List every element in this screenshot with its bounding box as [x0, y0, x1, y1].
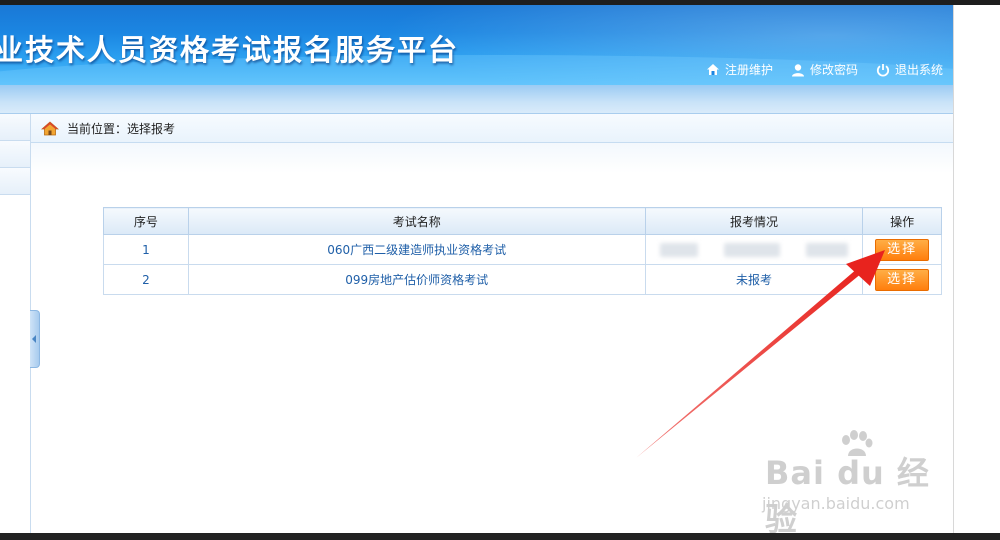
- power-icon: [876, 63, 890, 77]
- row-action: 选择: [862, 264, 942, 295]
- row-exam-name: 099房地产估价师资格考试: [187, 264, 646, 295]
- row-index: 1: [103, 234, 189, 265]
- column-header-status: 报考情况: [644, 207, 864, 235]
- header-links: 注册维护 修改密码 退出系统: [706, 61, 943, 78]
- breadcrumb: 当前位置：选择报考: [31, 114, 953, 143]
- table-row: 2 099房地产估价师资格考试 未报考 选择: [103, 264, 942, 295]
- sidebar-item[interactable]: [0, 114, 30, 141]
- sidebar-item[interactable]: [0, 141, 30, 168]
- sidebar-item[interactable]: [0, 168, 30, 195]
- row-action: 选择: [862, 234, 942, 265]
- left-sidebar: [0, 114, 31, 534]
- user-icon: [791, 63, 805, 77]
- row-status: 未报考: [644, 264, 864, 295]
- select-button[interactable]: 选择: [875, 268, 930, 291]
- home-icon: [706, 63, 720, 76]
- sidebar-collapse-handle[interactable]: [30, 310, 40, 368]
- column-header-exam-name: 考试名称: [187, 207, 646, 235]
- change-password-link[interactable]: 修改密码: [791, 61, 858, 78]
- column-header-index: 序号: [103, 207, 189, 235]
- register-maintain-link[interactable]: 注册维护: [706, 61, 773, 78]
- breadcrumb-text: 当前位置：选择报考: [67, 121, 176, 136]
- row-status-blurred: [644, 234, 864, 265]
- table-row: 1 060广西二级建造师执业资格考试 选择: [103, 234, 942, 265]
- logout-label: 退出系统: [894, 63, 943, 77]
- sub-header-bar: [0, 85, 953, 114]
- logout-link[interactable]: 退出系统: [876, 61, 943, 78]
- table-header-row: 序号 考试名称 报考情况 操作: [103, 207, 942, 235]
- row-exam-name: 060广西二级建造师执业资格考试: [187, 234, 646, 265]
- content-top-strip: [31, 143, 953, 173]
- redacted-block: [723, 242, 780, 257]
- home-icon: [41, 120, 59, 136]
- watermark-url: jingyan.baidu.com: [762, 494, 910, 513]
- site-title: 业技术人员资格考试报名服务平台: [0, 33, 460, 67]
- window-bottom-edge: [0, 533, 1000, 540]
- redacted-block: [660, 242, 699, 257]
- redacted-block: [805, 242, 848, 257]
- select-button[interactable]: 选择: [875, 238, 930, 261]
- change-password-label: 修改密码: [809, 63, 858, 77]
- register-maintain-label: 注册维护: [724, 63, 773, 77]
- baidu-watermark: Bai du 经验 jingyan.baidu.com: [760, 430, 960, 538]
- column-header-action: 操作: [862, 207, 942, 235]
- page-header: 业技术人员资格考试报名服务平台 注册维护 修改密码 退出系统: [0, 5, 953, 85]
- row-index: 2: [103, 264, 189, 295]
- right-margin: [953, 5, 1000, 540]
- exam-table: 序号 考试名称 报考情况 操作 1 060广西二级建造师执业资格考试 选择 2 …: [103, 207, 942, 295]
